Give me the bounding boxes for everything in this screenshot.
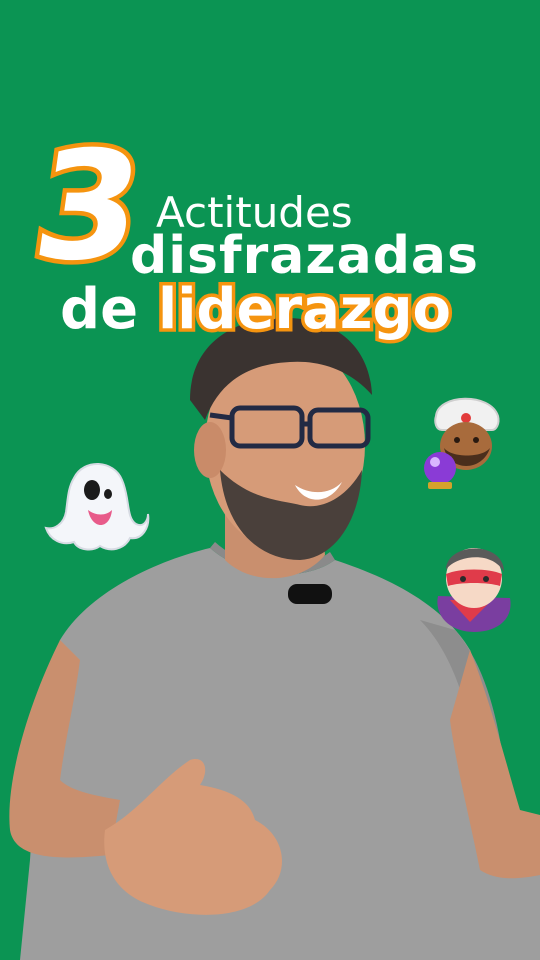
headline-line-3-prefix: de (60, 277, 139, 342)
fortune-teller-emoji-icon (424, 397, 500, 489)
video-frame: 3 Actitudes disfrazadas de liderazgo (0, 0, 540, 960)
superhero-emoji-icon (437, 548, 511, 632)
ghost-emoji-icon (44, 463, 150, 551)
headline-line-3-highlight: liderazgo (154, 277, 454, 342)
headline-line-2: disfrazadas (130, 226, 479, 286)
